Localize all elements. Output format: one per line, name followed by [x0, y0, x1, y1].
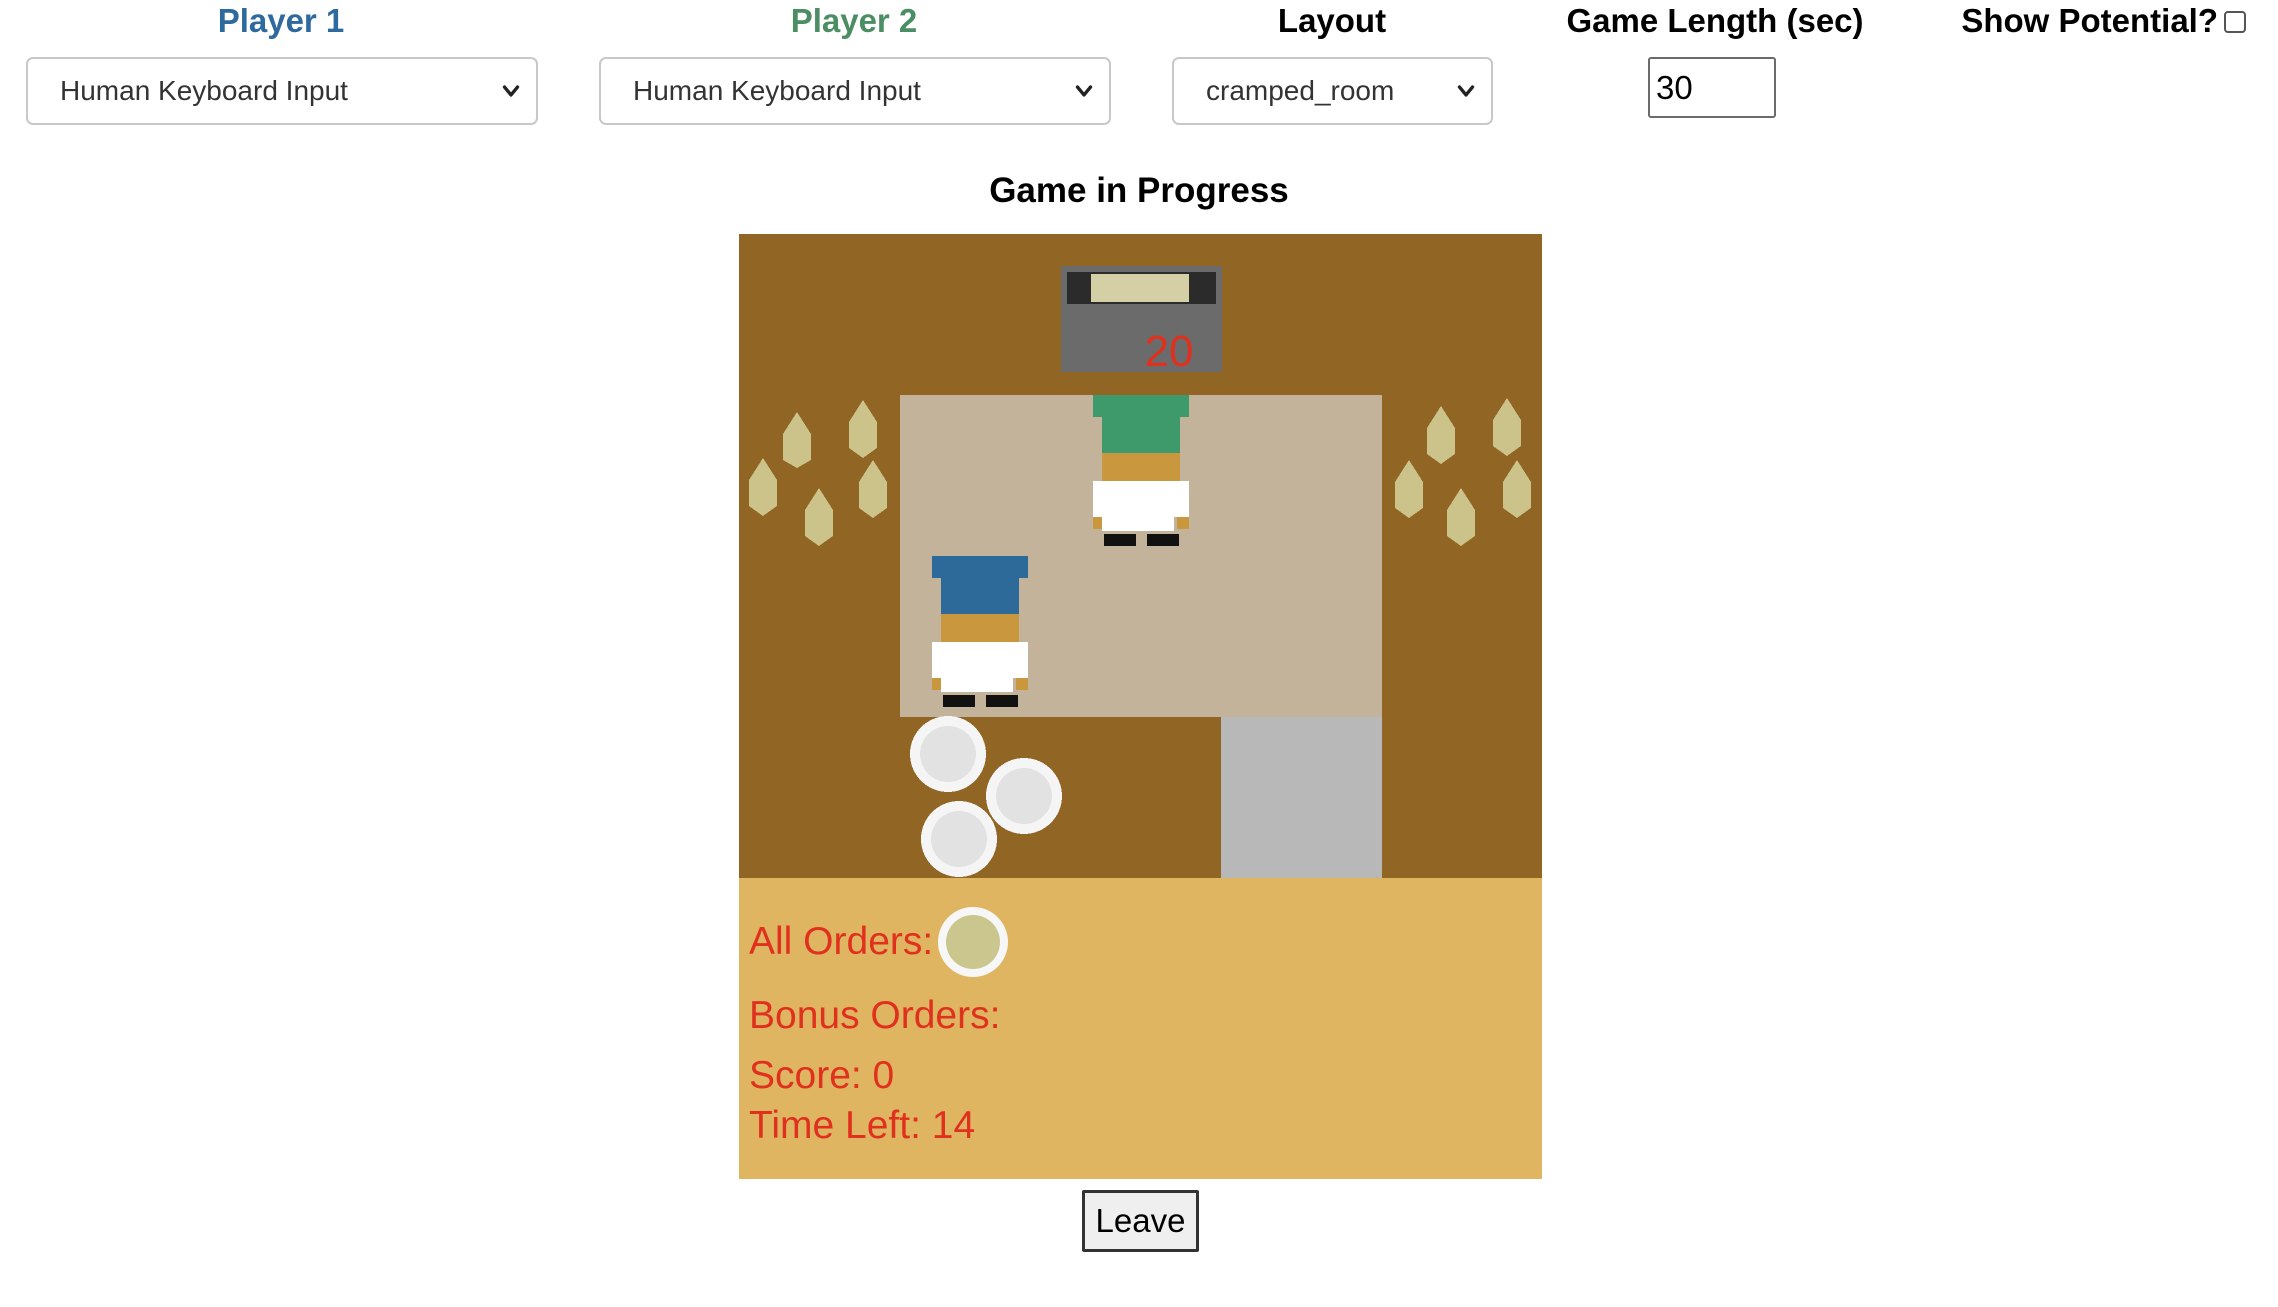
player1-select[interactable]: Human Keyboard Input — [26, 57, 538, 125]
status-title: Game in Progress — [989, 171, 1289, 210]
player1-select-value: Human Keyboard Input — [60, 75, 348, 106]
all-orders-label: All Orders: — [749, 920, 934, 963]
all-orders-row: All Orders: — [749, 906, 1009, 978]
player2-select[interactable]: Human Keyboard Input — [599, 57, 1111, 125]
onion-soup-icon — [938, 907, 1009, 977]
time-left-text: Time Left: 14 — [749, 1104, 976, 1147]
show-potential-checkbox[interactable] — [2224, 11, 2246, 33]
player1-label: Player 1 — [217, 2, 345, 39]
chevron-down-icon — [1075, 85, 1093, 97]
layout-label: Layout — [1277, 2, 1387, 39]
cooking-pot — [1061, 266, 1222, 372]
pot-timer: 20 — [1145, 327, 1194, 376]
layout-select-value: cramped_room — [1206, 75, 1395, 106]
game-length-value: 30 — [1656, 68, 1693, 106]
leave-button[interactable]: Leave — [1082, 1190, 1199, 1252]
serving-counter — [1221, 717, 1382, 878]
score-text: Score: 0 — [749, 1054, 895, 1097]
game-length-input[interactable]: 30 — [1648, 57, 1776, 118]
player2-label: Player 2 — [790, 2, 918, 39]
chevron-down-icon — [502, 85, 520, 97]
player2-select-value: Human Keyboard Input — [633, 75, 921, 106]
bonus-orders-label: Bonus Orders: — [749, 994, 1001, 1037]
layout-select[interactable]: cramped_room — [1172, 57, 1493, 125]
game-board: 20 — [739, 234, 1542, 878]
hud-panel: All Orders: Bonus Orders: Score: 0 Time … — [739, 878, 1542, 1179]
game-length-label: Game Length (sec) — [1566, 2, 1864, 39]
chevron-down-icon — [1457, 85, 1475, 97]
show-potential-label: Show Potential? — [1961, 2, 2218, 39]
